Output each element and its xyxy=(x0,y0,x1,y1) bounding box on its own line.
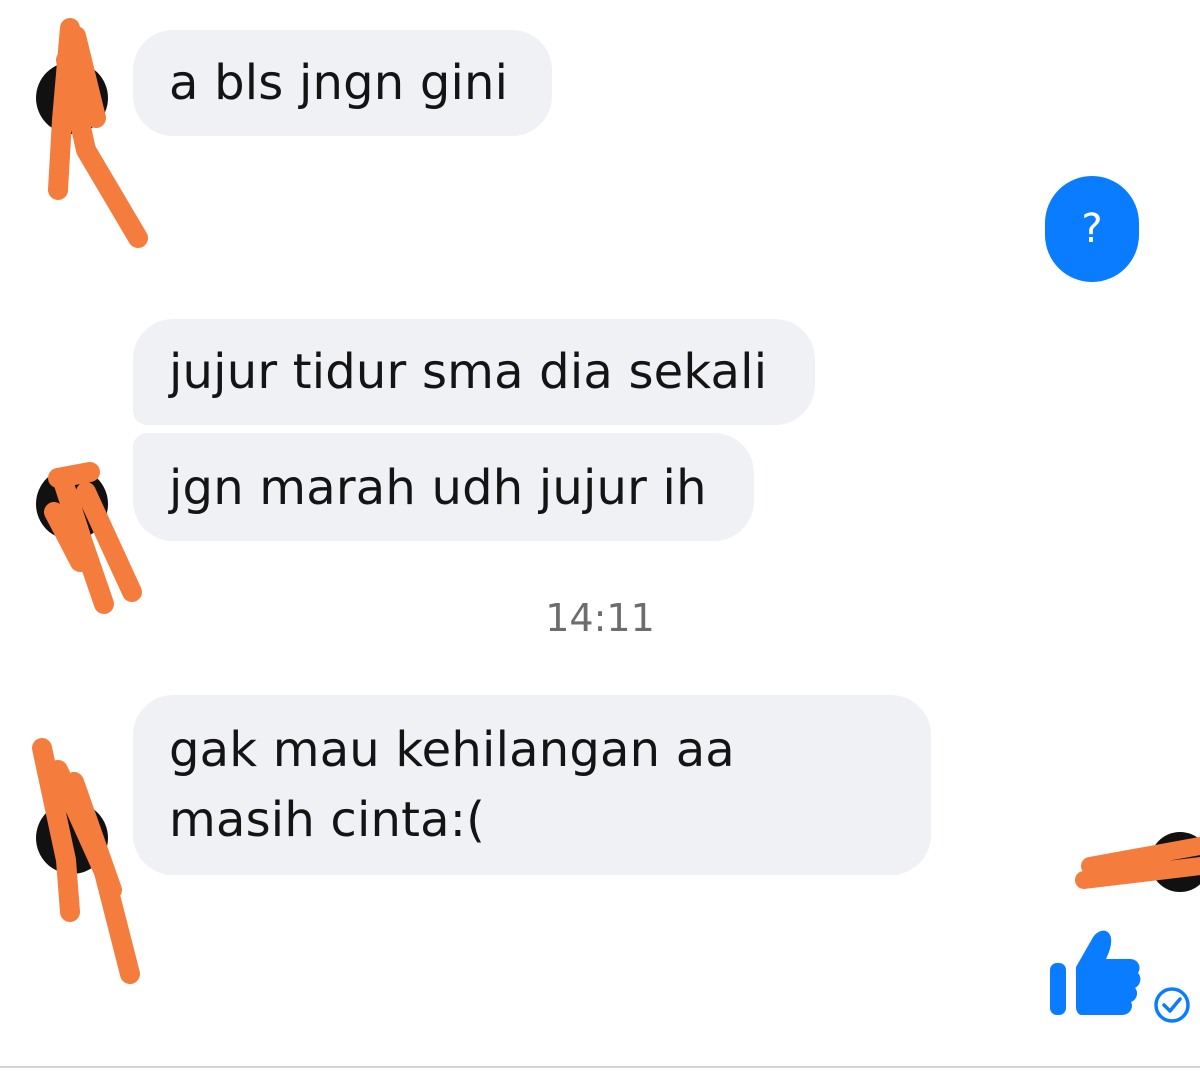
check-circle-icon xyxy=(1154,987,1190,1023)
incoming-message-bubble[interactable]: jujur tidur sma dia sekali xyxy=(133,319,815,425)
contact-avatar[interactable] xyxy=(36,802,108,874)
message-text: jujur tidur sma dia sekali xyxy=(169,344,768,400)
composer-divider xyxy=(0,1066,1200,1068)
contact-avatar[interactable] xyxy=(36,62,108,134)
incoming-message-bubble[interactable]: jgn marah udh jujur ih xyxy=(133,433,754,541)
read-receipt-avatar xyxy=(1150,832,1200,892)
thumbs-up-icon[interactable] xyxy=(1046,925,1142,1019)
message-text: ? xyxy=(1081,206,1103,252)
message-timestamp: 14:11 xyxy=(545,596,655,640)
contact-avatar[interactable] xyxy=(36,468,108,540)
incoming-message-bubble[interactable]: a bls jngn gini xyxy=(133,30,552,136)
message-text: masih cinta:( xyxy=(169,792,486,848)
incoming-message-bubble[interactable]: gak mau kehilangan aa masih cinta:( xyxy=(133,695,931,875)
outgoing-message-bubble[interactable]: ? xyxy=(1045,176,1139,282)
message-text: gak mau kehilangan aa xyxy=(169,722,735,778)
message-text: a bls jngn gini xyxy=(169,55,509,111)
message-text: jgn marah udh jujur ih xyxy=(169,460,707,516)
chat-window: a bls jngn gini ? jujur tidur sma dia se… xyxy=(0,0,1200,1075)
